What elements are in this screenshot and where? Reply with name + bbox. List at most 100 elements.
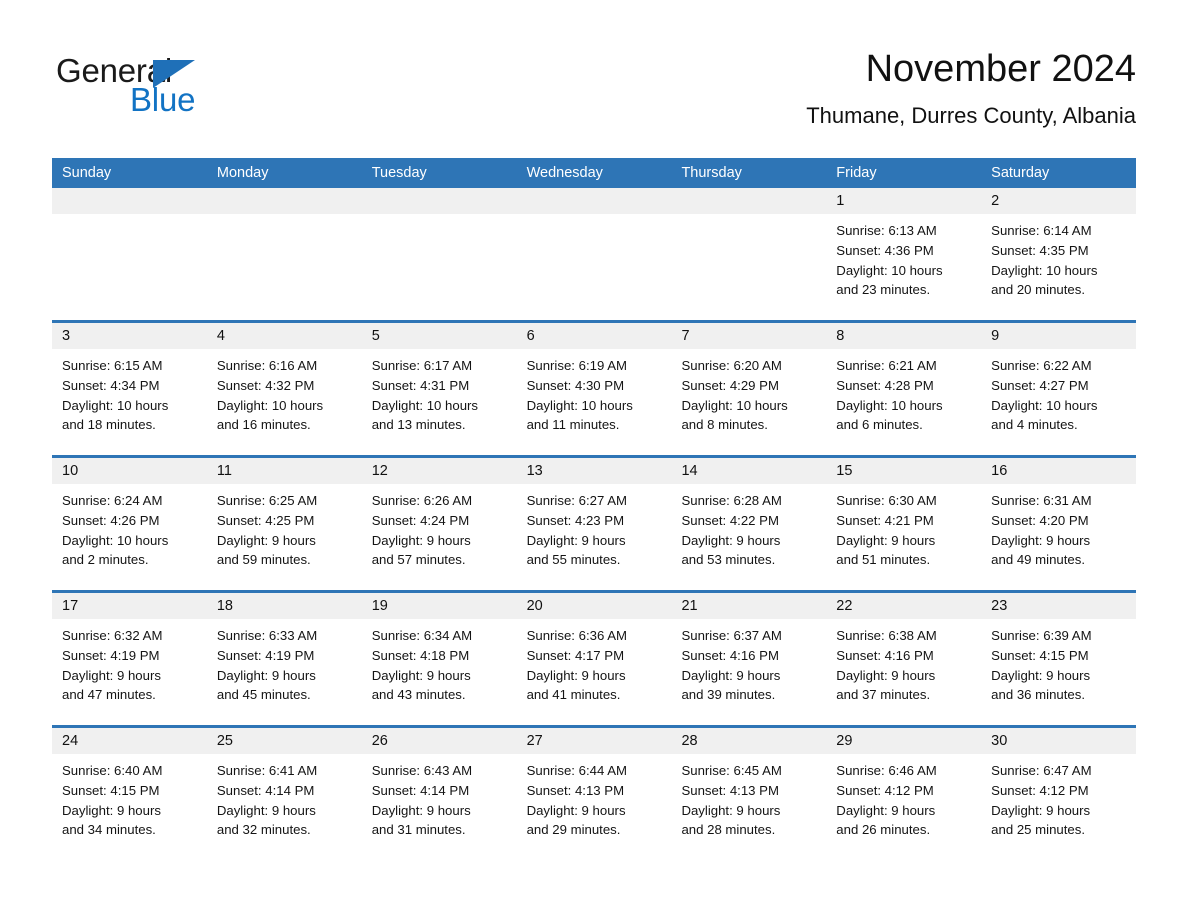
daylight-text-line1: Daylight: 9 hours <box>526 532 626 548</box>
day-cell[interactable]: 3 Sunrise: 6:15 AM Sunset: 4:34 PM Dayli… <box>52 323 207 455</box>
day-number <box>361 188 517 214</box>
daylight-text-line2: and 20 minutes. <box>991 282 1085 298</box>
day-cell[interactable]: 22 Sunrise: 6:38 AM Sunset: 4:16 PM Dayl… <box>826 593 982 725</box>
day-cell[interactable]: 25 Sunrise: 6:41 AM Sunset: 4:14 PM Dayl… <box>206 728 362 860</box>
calendar-page: General Blue November 2024 Thumane, Durr… <box>0 0 1188 918</box>
day-cell[interactable]: 20 Sunrise: 6:36 AM Sunset: 4:17 PM Dayl… <box>516 593 672 725</box>
daylight-text-line2: and 2 minutes. <box>62 552 149 568</box>
daylight-text-line1: Daylight: 10 hours <box>216 397 324 413</box>
sunrise-text: Sunrise: 6:39 AM <box>991 628 1092 643</box>
sunset-text: Sunset: 4:29 PM <box>681 377 779 393</box>
day-details: Sunrise: 6:28 AM Sunset: 4:22 PM Dayligh… <box>671 484 826 570</box>
day-details: Sunrise: 6:34 AM Sunset: 4:18 PM Dayligh… <box>362 619 517 705</box>
day-details: Sunrise: 6:19 AM Sunset: 4:30 PM Dayligh… <box>517 349 672 435</box>
daylight-text-line1: Daylight: 9 hours <box>216 802 316 818</box>
day-cell <box>671 188 827 320</box>
daylight-text-line1: Daylight: 10 hours <box>991 397 1098 413</box>
day-details: Sunrise: 6:41 AM Sunset: 4:14 PM Dayligh… <box>207 754 362 840</box>
daylight-text-line2: and 53 minutes. <box>681 552 776 568</box>
day-cell[interactable]: 30 Sunrise: 6:47 AM Sunset: 4:12 PM Dayl… <box>981 728 1137 860</box>
sunset-text: Sunset: 4:17 PM <box>526 647 625 663</box>
sunset-text: Sunset: 4:20 PM <box>991 512 1089 528</box>
sunset-text: Sunset: 4:35 PM <box>991 242 1089 258</box>
day-number: 4 <box>206 323 362 349</box>
general-blue-logo[interactable]: General Blue <box>56 52 256 122</box>
day-cell[interactable]: 13 Sunrise: 6:27 AM Sunset: 4:23 PM Dayl… <box>516 458 672 590</box>
logo-text-blue: Blue <box>130 81 196 118</box>
day-cell[interactable]: 21 Sunrise: 6:37 AM Sunset: 4:16 PM Dayl… <box>671 593 827 725</box>
day-cell[interactable]: 23 Sunrise: 6:39 AM Sunset: 4:15 PM Dayl… <box>981 593 1137 725</box>
weekday-header-friday: Friday <box>836 165 877 181</box>
daylight-text-line2: and 39 minutes. <box>681 687 776 703</box>
weekday-header-row: Sunday Monday Tuesday Wednesday Thursday… <box>52 158 1136 188</box>
sunrise-text: Sunrise: 6:28 AM <box>681 493 782 508</box>
day-details: Sunrise: 6:14 AM Sunset: 4:35 PM Dayligh… <box>981 214 1136 300</box>
sunset-text: Sunset: 4:21 PM <box>836 512 934 528</box>
sunset-text: Sunset: 4:30 PM <box>526 377 625 393</box>
day-details: Sunrise: 6:20 AM Sunset: 4:29 PM Dayligh… <box>671 349 826 435</box>
day-cell[interactable]: 12 Sunrise: 6:26 AM Sunset: 4:24 PM Dayl… <box>361 458 517 590</box>
sunset-text: Sunset: 4:16 PM <box>681 647 779 663</box>
daylight-text-line2: and 34 minutes. <box>62 822 156 838</box>
daylight-text-line1: Daylight: 9 hours <box>62 802 161 818</box>
day-cell[interactable]: 18 Sunrise: 6:33 AM Sunset: 4:19 PM Dayl… <box>206 593 362 725</box>
weekday-header-sunday: Sunday <box>62 165 112 181</box>
day-cell[interactable]: 27 Sunrise: 6:44 AM Sunset: 4:13 PM Dayl… <box>516 728 672 860</box>
day-cell[interactable]: 1 Sunrise: 6:13 AM Sunset: 4:36 PM Dayli… <box>826 188 982 320</box>
day-details: Sunrise: 6:21 AM Sunset: 4:28 PM Dayligh… <box>826 349 981 435</box>
day-cell[interactable]: 24 Sunrise: 6:40 AM Sunset: 4:15 PM Dayl… <box>52 728 207 860</box>
day-cell <box>516 188 672 320</box>
day-cell[interactable]: 5 Sunrise: 6:17 AM Sunset: 4:31 PM Dayli… <box>361 323 517 455</box>
day-cell[interactable]: 2 Sunrise: 6:14 AM Sunset: 4:35 PM Dayli… <box>981 188 1137 320</box>
weekday-header-thursday: Thursday <box>681 165 742 181</box>
day-number <box>52 188 207 214</box>
daylight-text-line2: and 25 minutes. <box>991 822 1085 838</box>
day-details: Sunrise: 6:39 AM Sunset: 4:15 PM Dayligh… <box>981 619 1136 705</box>
day-number: 14 <box>671 458 827 484</box>
daylight-text-line1: Daylight: 9 hours <box>526 667 626 683</box>
day-cell[interactable]: 16 Sunrise: 6:31 AM Sunset: 4:20 PM Dayl… <box>981 458 1137 590</box>
location-subtitle: Thumane, Durres County, Albania <box>806 103 1136 128</box>
sunrise-text: Sunrise: 6:40 AM <box>62 763 163 778</box>
day-cell[interactable]: 6 Sunrise: 6:19 AM Sunset: 4:30 PM Dayli… <box>516 323 672 455</box>
day-details: Sunrise: 6:44 AM Sunset: 4:13 PM Dayligh… <box>517 754 672 840</box>
sunrise-text: Sunrise: 6:22 AM <box>991 358 1092 373</box>
daylight-text-line1: Daylight: 10 hours <box>836 397 943 413</box>
title-block: November 2024 Thumane, Durres County, Al… <box>806 45 1136 130</box>
day-number: 9 <box>981 323 1137 349</box>
day-number: 30 <box>981 728 1137 754</box>
day-details: Sunrise: 6:24 AM Sunset: 4:26 PM Dayligh… <box>52 484 207 570</box>
day-cell[interactable]: 11 Sunrise: 6:25 AM Sunset: 4:25 PM Dayl… <box>206 458 362 590</box>
day-number: 28 <box>671 728 827 754</box>
sunset-text: Sunset: 4:25 PM <box>216 512 315 528</box>
day-cell[interactable]: 10 Sunrise: 6:24 AM Sunset: 4:26 PM Dayl… <box>52 458 207 590</box>
sunset-text: Sunset: 4:16 PM <box>836 647 934 663</box>
daylight-text-line2: and 23 minutes. <box>836 282 931 298</box>
day-cell[interactable]: 28 Sunrise: 6:45 AM Sunset: 4:13 PM Dayl… <box>671 728 827 860</box>
day-cell[interactable]: 9 Sunrise: 6:22 AM Sunset: 4:27 PM Dayli… <box>981 323 1137 455</box>
day-cell[interactable]: 17 Sunrise: 6:32 AM Sunset: 4:19 PM Dayl… <box>52 593 207 725</box>
day-cell[interactable]: 14 Sunrise: 6:28 AM Sunset: 4:22 PM Dayl… <box>671 458 827 590</box>
daylight-text-line1: Daylight: 10 hours <box>991 262 1098 278</box>
day-number: 16 <box>981 458 1137 484</box>
daylight-text-line1: Daylight: 9 hours <box>681 532 781 548</box>
sunset-text: Sunset: 4:14 PM <box>216 782 315 798</box>
sunset-text: Sunset: 4:18 PM <box>371 647 470 663</box>
weekday-header-monday: Monday <box>216 165 269 181</box>
day-number: 27 <box>516 728 672 754</box>
day-cell[interactable]: 4 Sunrise: 6:16 AM Sunset: 4:32 PM Dayli… <box>206 323 362 455</box>
day-cell[interactable]: 15 Sunrise: 6:30 AM Sunset: 4:21 PM Dayl… <box>826 458 982 590</box>
sunset-text: Sunset: 4:12 PM <box>991 782 1089 798</box>
sunset-text: Sunset: 4:32 PM <box>216 377 315 393</box>
day-cell[interactable]: 7 Sunrise: 6:20 AM Sunset: 4:29 PM Dayli… <box>671 323 827 455</box>
day-cell[interactable]: 26 Sunrise: 6:43 AM Sunset: 4:14 PM Dayl… <box>361 728 517 860</box>
sunset-text: Sunset: 4:27 PM <box>991 377 1089 393</box>
daylight-text-line2: and 6 minutes. <box>836 417 923 433</box>
day-cell[interactable]: 29 Sunrise: 6:46 AM Sunset: 4:12 PM Dayl… <box>826 728 982 860</box>
sunrise-text: Sunrise: 6:46 AM <box>836 763 937 778</box>
day-cell[interactable]: 19 Sunrise: 6:34 AM Sunset: 4:18 PM Dayl… <box>361 593 517 725</box>
day-cell[interactable]: 8 Sunrise: 6:21 AM Sunset: 4:28 PM Dayli… <box>826 323 982 455</box>
sunrise-text: Sunrise: 6:15 AM <box>62 358 163 373</box>
sunset-text: Sunset: 4:15 PM <box>62 782 160 798</box>
day-details: Sunrise: 6:31 AM Sunset: 4:20 PM Dayligh… <box>981 484 1136 570</box>
